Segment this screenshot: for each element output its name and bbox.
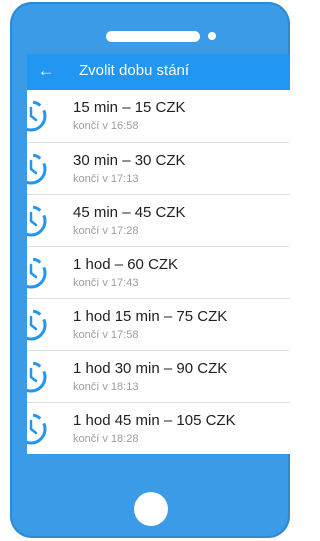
clock-icon xyxy=(27,205,47,237)
home-button[interactable] xyxy=(134,492,168,526)
phone-frame: ← Zvolit dobu stání 15 min – 15 CZK konč… xyxy=(10,2,290,538)
clock-icon xyxy=(27,153,47,185)
duration-price-label: 45 min – 45 CZK xyxy=(73,204,186,221)
clock-icon xyxy=(27,309,47,341)
duration-price-label: 1 hod 15 min – 75 CZK xyxy=(73,308,228,325)
end-time-label: končí v 17:58 xyxy=(73,329,139,341)
end-time-label: končí v 16:58 xyxy=(73,120,139,132)
end-time-label: končí v 17:28 xyxy=(73,225,139,237)
clock-icon xyxy=(27,100,47,132)
phone-speaker xyxy=(106,31,200,42)
list-item-duration-1[interactable]: 15 min – 15 CZK končí v 16:58 xyxy=(27,90,290,142)
clock-icon xyxy=(27,413,47,445)
duration-price-label: 1 hod – 60 CZK xyxy=(73,256,179,273)
duration-price-label: 15 min – 15 CZK xyxy=(73,99,186,116)
app-bar: ← Zvolit dobu stání xyxy=(27,54,290,90)
page-title: Zvolit dobu stání xyxy=(79,62,190,79)
list-item-duration-3[interactable]: 45 min – 45 CZK končí v 17:28 xyxy=(27,194,290,246)
duration-price-label: 1 hod 30 min – 90 CZK xyxy=(73,360,228,377)
list-item-duration-5[interactable]: 1 hod 15 min – 75 CZK končí v 17:58 xyxy=(27,298,290,350)
phone-camera xyxy=(208,32,216,40)
duration-price-label: 1 hod 45 min – 105 CZK xyxy=(73,412,236,429)
list-item-duration-7[interactable]: 1 hod 45 min – 105 CZK končí v 18:28 xyxy=(27,402,290,454)
clock-icon xyxy=(27,257,47,289)
clock-icon xyxy=(27,361,47,393)
back-arrow-icon[interactable]: ← xyxy=(35,60,57,82)
end-time-label: končí v 18:13 xyxy=(73,381,139,393)
list-item-duration-6[interactable]: 1 hod 30 min – 90 CZK končí v 18:13 xyxy=(27,350,290,402)
duration-price-label: 30 min – 30 CZK xyxy=(73,152,186,169)
app-screen: ← Zvolit dobu stání 15 min – 15 CZK konč… xyxy=(27,54,290,454)
end-time-label: končí v 17:43 xyxy=(73,277,139,289)
end-time-label: končí v 17:13 xyxy=(73,173,139,185)
list-item-duration-2[interactable]: 30 min – 30 CZK končí v 17:13 xyxy=(27,142,290,194)
list-item-duration-4[interactable]: 1 hod – 60 CZK končí v 17:43 xyxy=(27,246,290,298)
duration-list: 15 min – 15 CZK končí v 16:58 30 min – 3… xyxy=(27,90,290,454)
end-time-label: končí v 18:28 xyxy=(73,433,139,445)
